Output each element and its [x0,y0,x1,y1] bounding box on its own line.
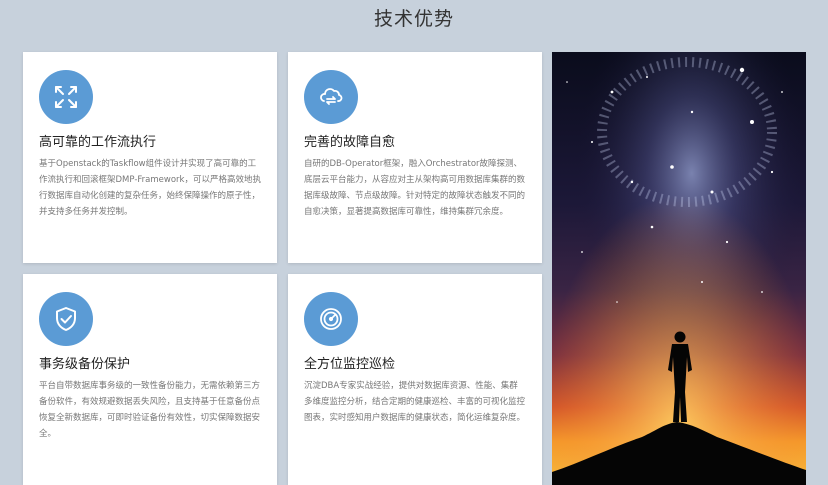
arrows-expand-icon [39,70,93,124]
hero-image [552,52,806,485]
card-description: 平台自带数据库事务级的一致性备份能力，无需依赖第三方备份软件，有效规避数据丢失风… [39,381,261,439]
feature-card-workflow: 高可靠的工作流执行 基于Openstack的Taskflow组件设计并实现了高可… [23,52,277,263]
card-title: 高可靠的工作流执行 [39,135,157,150]
section-title: 技术优势 [373,8,454,30]
gauge-icon [304,292,358,346]
cloud-heal-icon [304,70,358,124]
feature-card-backup: 事务级备份保护 平台自带数据库事务级的一致性备份能力，无需依赖第三方备份软件，有… [23,274,277,485]
card-title: 事务级备份保护 [39,357,131,372]
shield-check-icon [39,292,93,346]
card-title: 全方位监控巡检 [304,357,396,372]
feature-card-monitoring: 全方位监控巡检 沉淀DBA专家实战经验，提供对数据库资源、性能、集群多维度监控分… [288,274,542,485]
card-description: 自研的DB-Operator框架，融入Orchestrator故障探测、底层云平… [304,159,526,217]
card-description: 基于Openstack的Taskflow组件设计并实现了高可靠的工作流执行和回滚… [39,159,261,217]
card-title: 完善的故障自愈 [304,135,396,150]
feature-card-self-healing: 完善的故障自愈 自研的DB-Operator框架，融入Orchestrator故… [288,52,542,263]
card-description: 沉淀DBA专家实战经验，提供对数据库资源、性能、集群多维度监控分析，结合定期的健… [304,381,526,423]
